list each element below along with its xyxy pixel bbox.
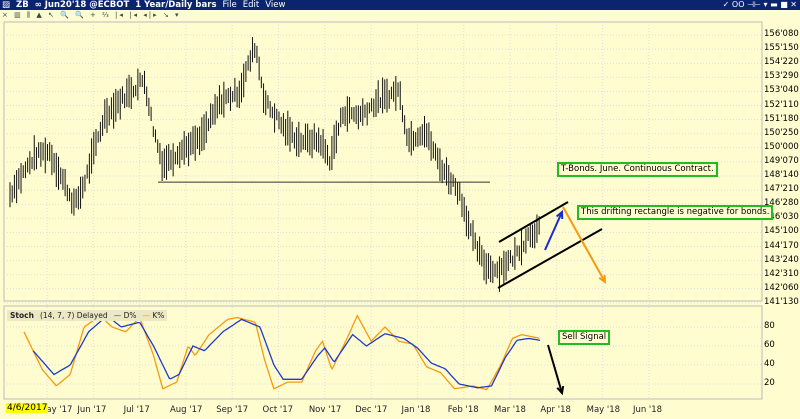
x-tick-label: Nov '17: [308, 405, 342, 415]
x-tick-label: Jan '18: [401, 405, 431, 415]
y-tick-label: 145'100: [764, 226, 799, 237]
y-tick-label: 147'210: [764, 184, 799, 195]
stoch-tick-label: 60: [764, 340, 775, 350]
start-date: 4/6/2017: [6, 403, 49, 413]
y-tick-label: 150'250: [764, 127, 799, 138]
x-tick-label: Mar '18: [494, 405, 526, 415]
note-sell-signal: Sell Signal: [558, 330, 611, 345]
legend-k[interactable]: — K%: [142, 311, 164, 320]
note-rectangle: This drifting rectangle is negative for …: [577, 205, 774, 220]
x-tick-label: Aug '17: [169, 405, 203, 415]
y-tick-label: 142'310: [764, 268, 799, 279]
y-tick-label: 142'060: [764, 282, 799, 293]
x-tick-label: Oct '17: [262, 405, 294, 415]
y-tick-label: 154'220: [764, 57, 799, 68]
stoch-tick-label: 20: [764, 378, 775, 388]
y-tick-label: 141'130: [764, 296, 799, 307]
x-tick-label: Jul '17: [123, 405, 150, 415]
stoch-title: Stoch: [10, 311, 34, 320]
stoch-header: Stoch (14, 7, 7) Delayed — D% — K%: [7, 310, 168, 321]
y-tick-label: 148'140: [764, 170, 799, 180]
y-tick-label: 153'290: [764, 71, 799, 82]
y-tick-label: 153'040: [764, 85, 799, 96]
x-tick-label: May '18: [586, 405, 621, 415]
stoch-params[interactable]: (14, 7, 7) Delayed: [40, 311, 108, 320]
y-tick-label: 152'110: [764, 99, 799, 110]
x-tick-label: Dec '17: [355, 405, 388, 415]
x-tick-label: Sep '17: [216, 405, 249, 415]
x-tick-label: Apr '18: [540, 405, 571, 415]
y-tick-label: 156'080: [764, 29, 799, 39]
y-tick-label: 144'170: [764, 240, 799, 251]
y-tick-label: 150'000: [764, 141, 799, 152]
x-tick-label: Feb '18: [447, 405, 479, 415]
y-tick-label: 143'240: [764, 254, 799, 265]
legend-d[interactable]: — D%: [114, 311, 137, 320]
stoch-tick-label: 80: [764, 321, 775, 331]
y-tick-label: 149'070: [764, 155, 799, 166]
note-contract: T-Bonds. June. Continuous Contract.: [557, 162, 718, 177]
y-tick-label: 155'150: [764, 43, 799, 54]
stoch-tick-label: 40: [764, 359, 775, 369]
x-tick-label: Jun '18: [632, 405, 663, 415]
y-tick-label: 151'180: [764, 113, 799, 124]
x-tick-label: Jun '17: [77, 405, 107, 415]
